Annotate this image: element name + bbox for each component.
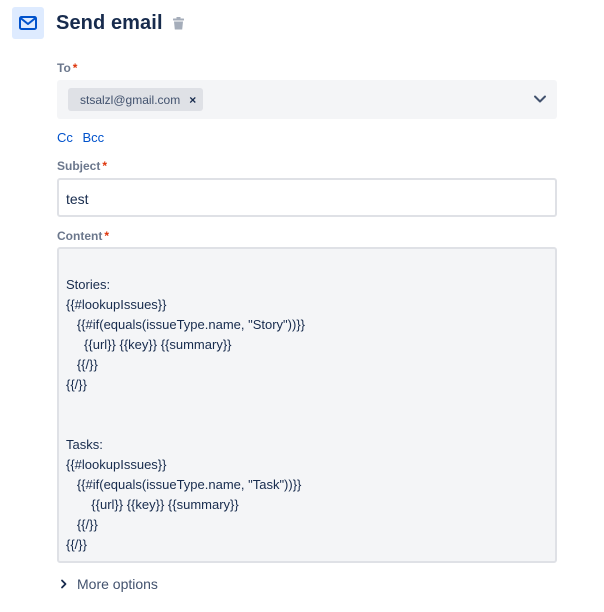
mail-icon (12, 7, 44, 39)
subject-label: Subject * (57, 159, 107, 173)
to-label-text: To (57, 61, 71, 75)
subject-label-text: Subject (57, 159, 101, 173)
content-textarea[interactable]: Stories: {{#lookupIssues}} {{#if(equals(… (57, 247, 557, 563)
required-marker: * (72, 61, 78, 75)
remove-recipient-icon[interactable]: × (189, 94, 196, 106)
more-options-label: More options (77, 576, 158, 592)
recipient-email: stsalzl@gmail.com (80, 92, 181, 107)
more-options-toggle[interactable]: More options (60, 576, 158, 592)
to-label: To * (57, 61, 77, 75)
content-label: Content * (57, 229, 109, 243)
action-header: Send email (12, 6, 184, 40)
content-label-text: Content (57, 229, 103, 243)
subject-input[interactable]: test (57, 178, 557, 217)
trash-icon[interactable] (172, 16, 184, 30)
required-marker: * (102, 159, 108, 173)
to-recipients-select[interactable]: stsalzl@gmail.com × (57, 80, 557, 119)
cc-link[interactable]: Cc (57, 130, 73, 145)
chevron-down-icon[interactable] (533, 92, 547, 111)
required-marker: * (104, 229, 109, 243)
cc-bcc-links: Cc Bcc (57, 130, 110, 145)
recipient-chip: stsalzl@gmail.com × (68, 88, 204, 111)
page-title: Send email (56, 11, 163, 34)
chevron-right-icon (60, 579, 68, 589)
bcc-link[interactable]: Bcc (83, 130, 105, 145)
